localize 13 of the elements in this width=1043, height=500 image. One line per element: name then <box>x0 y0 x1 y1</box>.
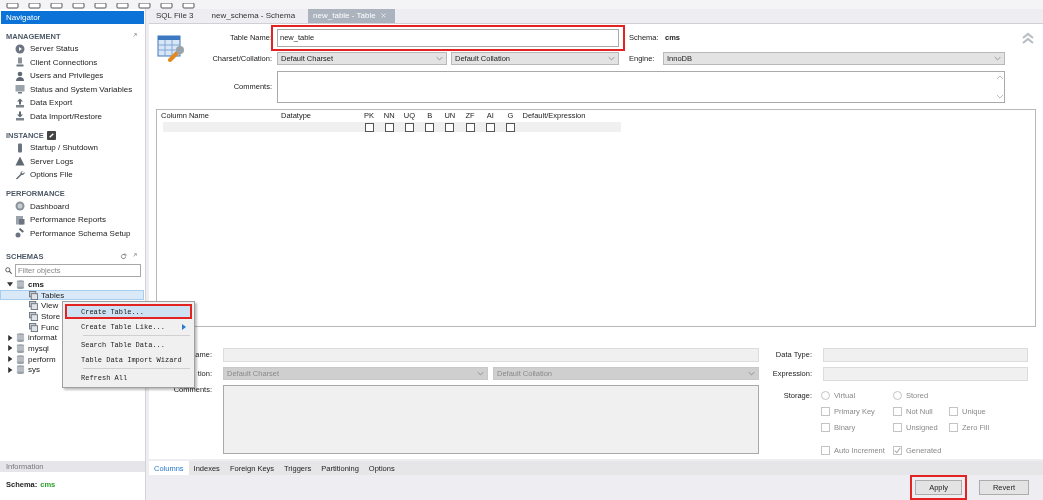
navigator-item-label: Startup / Shutdown <box>30 143 99 153</box>
navigator-item-label: Server Logs <box>30 156 74 166</box>
navigator-item-label: Status and System Variables <box>30 84 133 94</box>
navigator-item-label: Users and Privileges <box>30 71 104 81</box>
navigator-item-label: Data Export <box>30 98 73 108</box>
navigator-item-label: Client Connections <box>30 57 98 67</box>
navigator-title: Navigator <box>1 11 144 24</box>
navigator-item-label: Data Import/Restore <box>30 111 103 121</box>
navigator-item-label: Options File <box>30 170 73 180</box>
navigator-item-label: Server Status <box>30 44 79 54</box>
navigator-item-label: Performance Reports <box>30 215 107 225</box>
navigator-item-label: Dashboard <box>30 201 70 211</box>
navigator-item-label: Performance Schema Setup <box>30 228 131 238</box>
